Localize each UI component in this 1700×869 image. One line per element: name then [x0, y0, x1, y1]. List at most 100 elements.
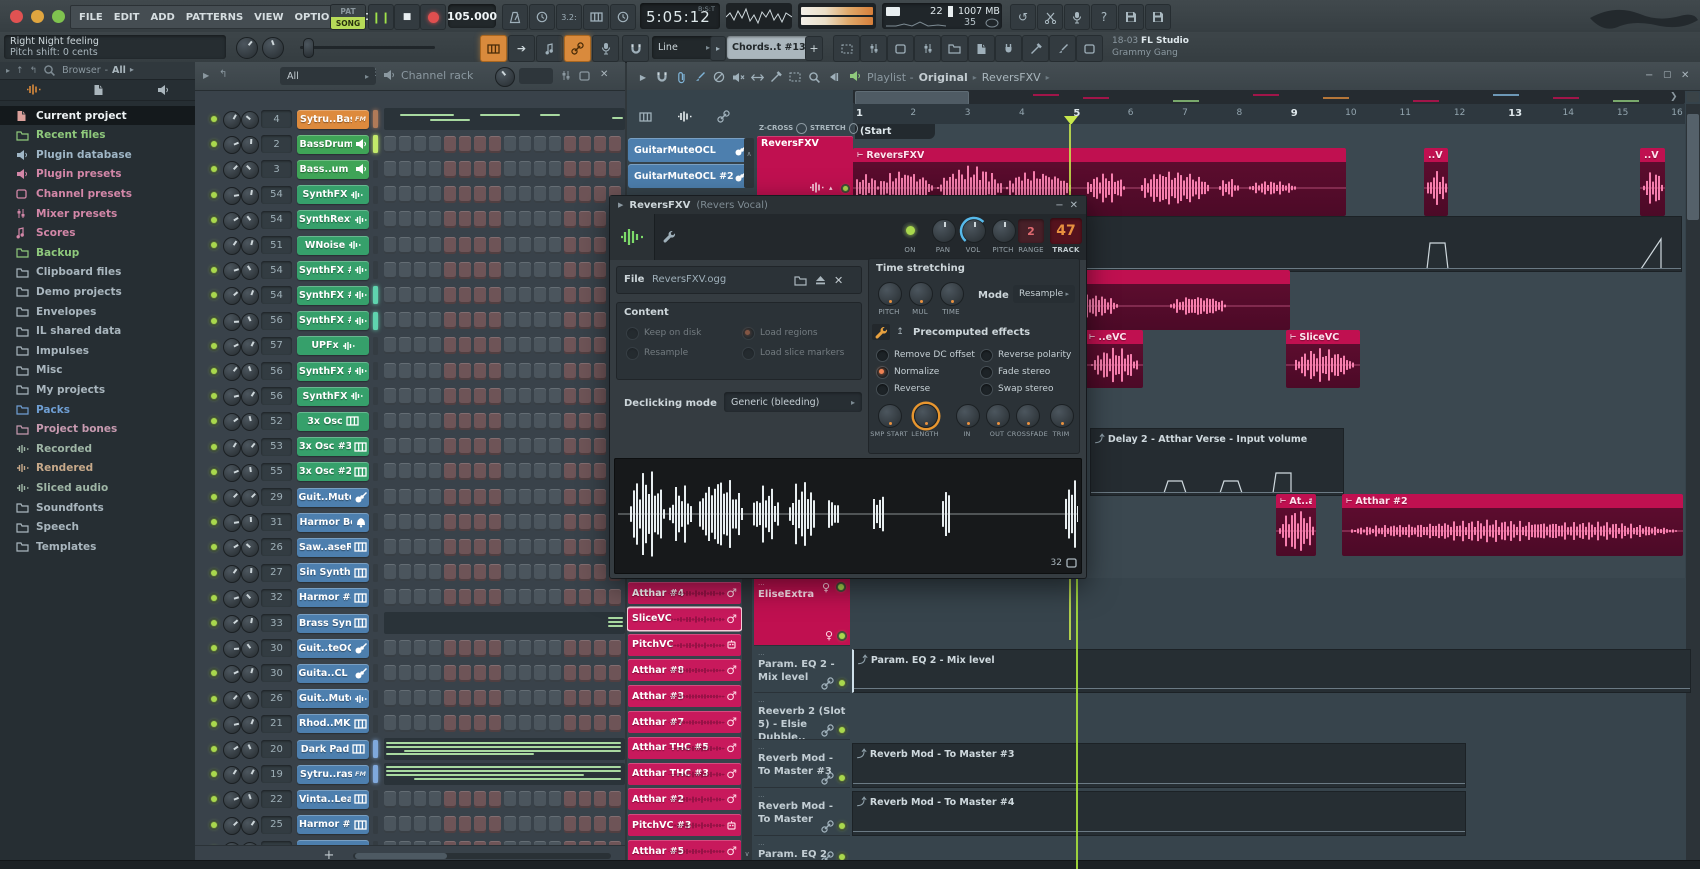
- channel-pan-knob[interactable]: [223, 514, 241, 532]
- channel-button[interactable]: SynthFX #2: [297, 286, 369, 305]
- step-cell[interactable]: [444, 337, 456, 354]
- step-cell[interactable]: [534, 438, 546, 455]
- step-cell[interactable]: [414, 413, 426, 430]
- rack-swing-knob[interactable]: [495, 67, 515, 87]
- cut-button[interactable]: [1037, 4, 1063, 30]
- step-cell[interactable]: [594, 161, 606, 178]
- clip-list-item-atthar-2[interactable]: Atthar #2♂: [628, 788, 741, 810]
- mixer-track-number[interactable]: 53: [261, 438, 292, 456]
- step-cell[interactable]: [519, 539, 531, 556]
- step-cell[interactable]: [444, 438, 456, 455]
- step-cell[interactable]: [414, 665, 426, 682]
- step-cell[interactable]: [429, 665, 441, 682]
- step-cell[interactable]: [414, 312, 426, 329]
- step-cell[interactable]: [519, 262, 531, 279]
- step-cell[interactable]: [564, 388, 576, 405]
- step-cell[interactable]: [399, 589, 411, 606]
- save-button[interactable]: [1118, 4, 1144, 30]
- channel-button[interactable]: SynthFX #2: [297, 311, 369, 330]
- step-cell[interactable]: [489, 539, 501, 556]
- step-cell[interactable]: [519, 337, 531, 354]
- clip-list-item-atthar-8[interactable]: Atthar #8♂: [628, 659, 741, 681]
- timeline-bar-number[interactable]: 6: [1128, 108, 1134, 118]
- step-cell[interactable]: [564, 287, 576, 304]
- channel-pan-knob[interactable]: [223, 439, 241, 457]
- step-cell[interactable]: [564, 665, 576, 682]
- step-cell[interactable]: [519, 186, 531, 203]
- step-cell[interactable]: [474, 237, 486, 254]
- step-cell[interactable]: [444, 186, 456, 203]
- export-button[interactable]: [1145, 4, 1171, 30]
- channel-enable-led[interactable]: [209, 542, 219, 552]
- step-cell[interactable]: [534, 640, 546, 657]
- precomp-wrench-button[interactable]: [872, 324, 890, 340]
- browser-item-il-shared-data[interactable]: IL shared data: [0, 322, 195, 341]
- clip-list-item-slicevc[interactable]: SliceVC♂: [628, 608, 741, 630]
- step-cell[interactable]: [594, 237, 606, 254]
- mixer-track-number[interactable]: 27: [261, 564, 292, 582]
- rack-play-icon[interactable]: ▶: [203, 71, 209, 80]
- step-cell[interactable]: [489, 312, 501, 329]
- step-cell[interactable]: [519, 388, 531, 405]
- channel-enable-led[interactable]: [209, 568, 219, 578]
- step-cell[interactable]: [384, 489, 396, 506]
- step-cell[interactable]: [519, 665, 531, 682]
- channel-button[interactable]: Sytru..rassFM: [297, 765, 369, 784]
- step-cell[interactable]: [594, 413, 606, 430]
- step-cell[interactable]: [474, 186, 486, 203]
- step-cell[interactable]: [579, 413, 591, 430]
- step-cell[interactable]: [504, 186, 516, 203]
- channel-volume-knob[interactable]: [241, 691, 259, 709]
- step-cell[interactable]: [504, 237, 516, 254]
- step-cell[interactable]: [429, 312, 441, 329]
- channel-volume-knob[interactable]: [241, 514, 259, 532]
- timeline-bar-number[interactable]: 1: [856, 108, 863, 119]
- browser-item-project-bones[interactable]: Project bones: [0, 420, 195, 439]
- step-cell[interactable]: [429, 337, 441, 354]
- pl-miniscroll-handle[interactable]: [855, 91, 969, 105]
- channel-button[interactable]: Guit..MuteC: [297, 488, 369, 507]
- automation-clip[interactable]: ⤴ Delay 2 - Atthar Verse - Input volume: [1090, 428, 1344, 496]
- loop-record-button[interactable]: [610, 4, 636, 30]
- step-cell[interactable]: [564, 337, 576, 354]
- step-cell[interactable]: [459, 237, 471, 254]
- mixer-track-number[interactable]: 56: [261, 362, 292, 380]
- step-cell[interactable]: [399, 438, 411, 455]
- browser-item-plugin-database[interactable]: Plugin database: [0, 145, 195, 164]
- step-cell[interactable]: [474, 161, 486, 178]
- pl-paperclip-button[interactable]: [673, 69, 689, 85]
- edit-knob-out[interactable]: [986, 404, 1010, 428]
- step-cell[interactable]: [444, 690, 456, 707]
- step-cell[interactable]: [534, 589, 546, 606]
- step-cell[interactable]: [534, 287, 546, 304]
- step-cell[interactable]: [504, 312, 516, 329]
- step-cell[interactable]: [549, 589, 561, 606]
- channel-mute-strip[interactable]: [373, 765, 378, 783]
- edit-knob-in[interactable]: [956, 404, 980, 428]
- audio-clip[interactable]: ..V: [1640, 148, 1665, 216]
- step-cell[interactable]: [489, 161, 501, 178]
- step-cell[interactable]: [489, 186, 501, 203]
- channel-mute-strip[interactable]: [373, 740, 378, 758]
- timeline-bar-number[interactable]: 10: [1345, 108, 1356, 118]
- step-cell[interactable]: [549, 640, 561, 657]
- mixer-track-number[interactable]: 54: [261, 186, 292, 204]
- step-cell[interactable]: [594, 136, 606, 153]
- browser-item-packs[interactable]: Packs: [0, 400, 195, 419]
- traffic-light-zoom[interactable]: [52, 10, 65, 23]
- step-cell[interactable]: [474, 489, 486, 506]
- main-volume-slider-track[interactable]: [300, 46, 435, 49]
- step-cell[interactable]: [564, 186, 576, 203]
- step-cell[interactable]: [534, 715, 546, 732]
- channel-button[interactable]: Brass Synth: [297, 614, 369, 633]
- channel-volume-knob[interactable]: [241, 111, 259, 129]
- step-cell[interactable]: [414, 791, 426, 808]
- step-cell[interactable]: [489, 489, 501, 506]
- channel-enable-led[interactable]: [209, 265, 219, 275]
- step-cell[interactable]: [444, 312, 456, 329]
- step-cell[interactable]: [594, 388, 606, 405]
- step-cell[interactable]: [609, 665, 621, 682]
- step-cell[interactable]: [429, 237, 441, 254]
- step-cell[interactable]: [399, 136, 411, 153]
- mixer-track-number[interactable]: 31: [261, 513, 292, 531]
